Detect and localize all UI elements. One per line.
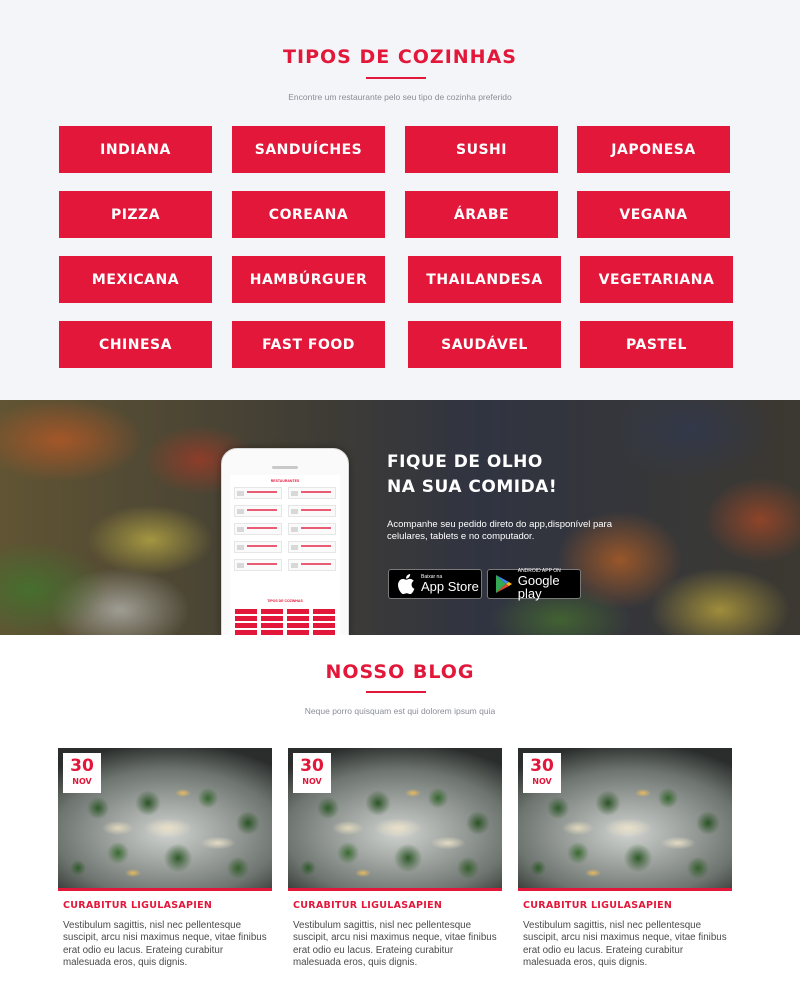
- apple-icon: [395, 573, 417, 595]
- cuisine-button-sushi[interactable]: SUSHI: [405, 126, 558, 173]
- cuisine-button-japonesa[interactable]: JAPONESA: [577, 126, 730, 173]
- phone-restaurant-card: [288, 541, 336, 553]
- cuisines-title: TIPOS DE COZINHAS: [283, 46, 517, 68]
- phone-cuisine-chip: [235, 623, 257, 628]
- blog-post-image[interactable]: 30 NOV: [518, 748, 732, 891]
- app-store-big-text: App Store: [421, 579, 479, 594]
- post-date-badge: 30 NOV: [293, 753, 331, 793]
- google-play-button[interactable]: ANDROID APP ON Google play: [487, 568, 581, 601]
- phone-cuisine-chip: [287, 630, 309, 635]
- blog-title-divider: [366, 691, 426, 693]
- phone-cuisine-chip: [235, 630, 257, 635]
- cuisine-button-fast-food[interactable]: FAST FOOD: [232, 321, 385, 368]
- phone-restaurant-card: [234, 505, 282, 517]
- blog-post-card: 30 NOV CURABITUR LIGULASAPIEN Vestibulum…: [518, 748, 732, 988]
- phone-cuisine-chip: [261, 623, 283, 628]
- cuisine-button-sanduiches[interactable]: SANDUÍCHES: [232, 126, 385, 173]
- google-play-label: ANDROID APP ON Google play: [517, 568, 580, 601]
- cuisine-button-arabe[interactable]: ÁRABE: [405, 191, 558, 238]
- phone-cuisine-chip: [261, 609, 283, 614]
- cuisine-button-coreana[interactable]: COREANA: [232, 191, 385, 238]
- cuisine-button-hamburguer[interactable]: HAMBÚRGUER: [232, 256, 385, 303]
- phone-cuisine-chip: [287, 623, 309, 628]
- blog-post-excerpt: Vestibulum sagittis, nisl nec pellentesq…: [63, 920, 267, 969]
- phone-restaurant-card: [234, 523, 282, 535]
- post-date-badge: 30 NOV: [523, 753, 561, 793]
- blog-post-image[interactable]: 30 NOV: [58, 748, 272, 891]
- app-store-label: Baixar na App Store: [421, 575, 479, 594]
- post-date-month: NOV: [532, 777, 552, 786]
- blog-post-card: 30 NOV CURABITUR LIGULASAPIEN Vestibulum…: [288, 748, 502, 988]
- blog-post-title[interactable]: CURABITUR LIGULASAPIEN: [63, 900, 212, 911]
- blog-post-excerpt: Vestibulum sagittis, nisl nec pellentesq…: [523, 920, 727, 969]
- cuisine-button-indiana[interactable]: INDIANA: [59, 126, 212, 173]
- phone-cuisine-chip: [313, 616, 335, 621]
- phone-screen-section: TIPOS DE COZINHAS: [267, 599, 303, 603]
- app-store-button[interactable]: Baixar na App Store: [388, 569, 482, 599]
- phone-restaurant-card: [234, 541, 282, 553]
- app-promo-title: FIQUE DE OLHO NA SUA COMIDA!: [387, 450, 557, 500]
- phone-cuisine-chip: [235, 616, 257, 621]
- blog-post-title[interactable]: CURABITUR LIGULASAPIEN: [523, 900, 672, 911]
- phone-restaurant-card: [288, 505, 336, 517]
- phone-screen-header: RESTAURANTES: [270, 479, 300, 483]
- post-date-day: 30: [300, 756, 324, 776]
- google-play-big-text: Google play: [517, 572, 560, 601]
- cuisine-button-chinesa[interactable]: CHINESA: [59, 321, 212, 368]
- cuisines-subtitle: Encontre um restaurante pelo seu tipo de…: [288, 92, 512, 102]
- phone-restaurant-card: [234, 487, 282, 499]
- post-date-day: 30: [530, 756, 554, 776]
- blog-post-image[interactable]: 30 NOV: [288, 748, 502, 891]
- cuisines-title-divider: [366, 77, 426, 79]
- phone-cuisine-chip: [287, 609, 309, 614]
- post-date-month: NOV: [72, 777, 92, 786]
- cuisine-button-saudavel[interactable]: SAUDÁVEL: [408, 321, 561, 368]
- cuisine-button-pizza[interactable]: PIZZA: [59, 191, 212, 238]
- phone-cuisine-chip: [313, 630, 335, 635]
- app-promo-title-line2: NA SUA COMIDA!: [387, 477, 558, 497]
- phone-speaker: [272, 466, 298, 469]
- phone-mockup: RESTAURANTES TIPOS DE COZINHAS: [221, 448, 349, 635]
- cuisine-button-mexicana[interactable]: MEXICANA: [59, 256, 212, 303]
- banner-overlay: [0, 400, 800, 635]
- blog-post-title[interactable]: CURABITUR LIGULASAPIEN: [293, 900, 442, 911]
- phone-screen: RESTAURANTES TIPOS DE COZINHAS: [230, 475, 340, 635]
- cuisine-button-vegana[interactable]: VEGANA: [577, 191, 730, 238]
- app-promo-description: Acompanhe seu pedido direto do app,dispo…: [387, 519, 612, 542]
- phone-cuisine-chip: [313, 623, 335, 628]
- cuisines-section: TIPOS DE COZINHAS Encontre um restaurant…: [0, 0, 800, 400]
- cuisine-button-vegetariana[interactable]: VEGETARIANA: [580, 256, 733, 303]
- post-date-day: 30: [70, 756, 94, 776]
- play-icon: [494, 573, 514, 595]
- app-promo-banner: RESTAURANTES TIPOS DE COZINHAS FIQUE DE …: [0, 400, 800, 635]
- phone-cuisine-chip: [261, 630, 283, 635]
- phone-cuisine-chip: [287, 616, 309, 621]
- phone-cuisine-chip: [235, 609, 257, 614]
- blog-title: NOSSO BLOG: [325, 661, 475, 683]
- phone-restaurant-card: [288, 523, 336, 535]
- blog-post-excerpt: Vestibulum sagittis, nisl nec pellentesq…: [293, 920, 497, 969]
- app-promo-title-line1: FIQUE DE OLHO: [387, 452, 543, 472]
- phone-restaurant-card: [288, 487, 336, 499]
- phone-restaurant-card: [288, 559, 336, 571]
- post-date-month: NOV: [302, 777, 322, 786]
- phone-cuisine-chip: [313, 609, 335, 614]
- blog-post-card: 30 NOV CURABITUR LIGULASAPIEN Vestibulum…: [58, 748, 272, 988]
- post-date-badge: 30 NOV: [63, 753, 101, 793]
- cuisine-button-pastel[interactable]: PASTEL: [580, 321, 733, 368]
- cuisine-button-thailandesa[interactable]: THAILANDESA: [408, 256, 561, 303]
- phone-restaurant-card: [234, 559, 282, 571]
- blog-subtitle: Neque porro quisquam est qui dolorem ips…: [304, 706, 496, 716]
- phone-cuisine-chip: [261, 616, 283, 621]
